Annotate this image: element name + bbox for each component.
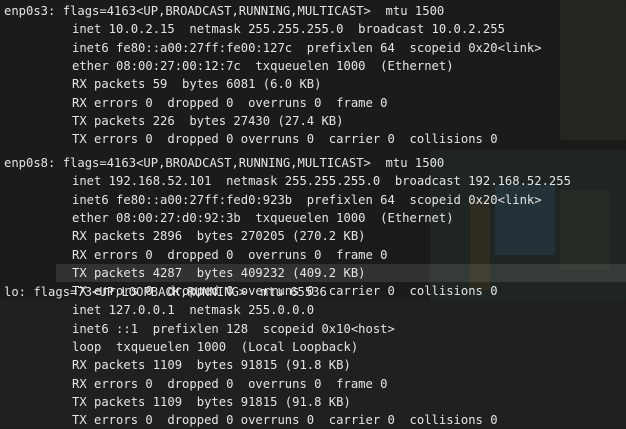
interface-detail-line: TX packets 226 bytes 27430 (27.4 KB): [72, 113, 344, 128]
interface-detail-line: RX packets 1109 bytes 91815 (91.8 KB): [72, 358, 351, 373]
interface-detail-line: inet6 ::1 prefixlen 128 scopeid 0x10<hos…: [72, 321, 395, 336]
interface-detail-line: ether 08:00:27:00:12:7c txqueuelen 1000 …: [72, 58, 454, 73]
interface-detail-line: RX packets 2896 bytes 270205 (270.2 KB): [72, 229, 366, 244]
interface-header-lo: lo: flags=73<UP,LOOPBACK,RUNNING> mtu 65…: [4, 285, 327, 299]
interface-detail-line: RX packets 59 bytes 6081 (6.0 KB): [72, 77, 322, 92]
interface-header-enp0s8: enp0s8: flags=4163<UP,BROADCAST,RUNNING,…: [4, 156, 445, 170]
interface-detail-line: RX errors 0 dropped 0 overruns 0 frame 0: [72, 95, 388, 110]
interface-detail-line: RX errors 0 dropped 0 overruns 0 frame 0: [72, 376, 388, 391]
interface-detail-line: loop txqueuelen 1000 (Local Loopback): [72, 339, 359, 354]
interface-detail-line: inet 192.168.52.101 netmask 255.255.255.…: [72, 174, 571, 189]
interface-detail-line: TX packets 4287 bytes 409232 (409.2 KB): [56, 263, 626, 282]
interface-detail-line: TX packets 1109 bytes 91815 (91.8 KB): [72, 394, 351, 409]
interface-detail-line: inet 127.0.0.1 netmask 255.0.0.0: [72, 303, 315, 318]
terminal-output[interactable]: enp0s3: flags=4163<UP,BROADCAST,RUNNING,…: [0, 0, 626, 428]
interface-detail-line: TX errors 0 dropped 0 overruns 0 carrier…: [72, 413, 498, 428]
interface-detail-line: inet6 fe80::a00:27ff:fe00:127c prefixlen…: [72, 40, 542, 55]
interface-detail-line: TX errors 0 dropped 0 overruns 0 carrier…: [72, 132, 498, 147]
interface-detail-line: ether 08:00:27:d0:92:3b txqueuelen 1000 …: [72, 210, 454, 225]
interface-detail-line: inet6 fe80::a00:27ff:fed0:923b prefixlen…: [72, 192, 542, 207]
interface-detail-line: RX errors 0 dropped 0 overruns 0 frame 0: [72, 247, 388, 262]
interface-header-enp0s3: enp0s3: flags=4163<UP,BROADCAST,RUNNING,…: [4, 4, 445, 18]
interface-detail-line: inet 10.0.2.15 netmask 255.255.255.0 bro…: [72, 22, 505, 37]
